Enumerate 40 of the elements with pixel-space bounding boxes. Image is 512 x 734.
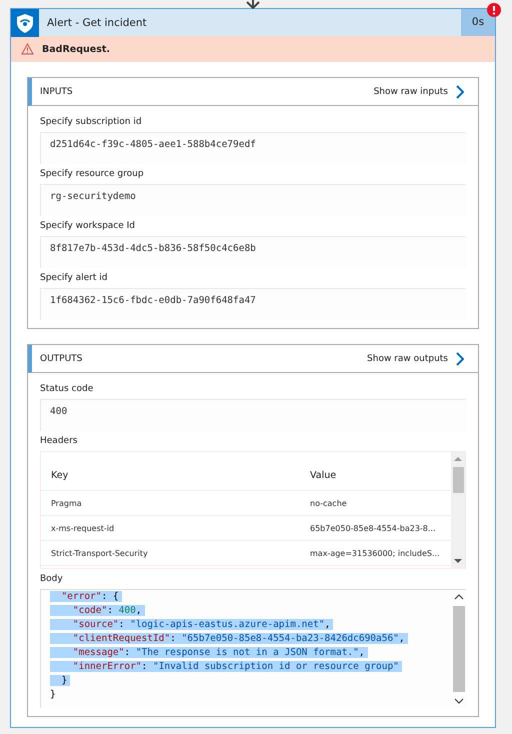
scroll-up-icon[interactable]	[454, 594, 464, 600]
chevron-icon[interactable]	[456, 84, 464, 98]
column-header: Key	[51, 470, 70, 480]
scroll-thumb[interactable]	[452, 467, 464, 493]
field-label: Specify subscription id	[40, 117, 143, 127]
action-title: Alert - Get incident	[46, 16, 148, 28]
action-header[interactable]: Alert - Get incident 0s	[11, 9, 495, 36]
table-cell-text: x-ms-request-id	[51, 524, 116, 532]
field-label: Body	[40, 574, 64, 584]
field-label: Status code	[40, 384, 94, 394]
value-field[interactable]: d251d64c-f39c-4805-aee1-588b4ce79edf	[40, 132, 466, 164]
show-raw-link[interactable]: Show raw outputs	[367, 354, 448, 364]
chevron-icon[interactable]	[456, 352, 464, 366]
duration-label: 0s	[461, 9, 495, 36]
code-editor[interactable]	[40, 589, 466, 708]
section-title: OUTPUTS	[40, 354, 84, 364]
code-line: }	[50, 689, 57, 700]
table-cell: no-cache	[310, 498, 347, 508]
field-label: Specify resource group	[40, 169, 145, 179]
table-cell: 65b7e050-85e8-4554-ba23-8...	[310, 524, 436, 532]
table-cell: max-age=31536000; includeS...	[310, 548, 440, 558]
scroll-down-icon[interactable]	[454, 558, 462, 564]
field-label: Specify alert id	[40, 273, 108, 283]
section-title: INPUTS	[40, 86, 74, 96]
scrollbar[interactable]	[451, 452, 465, 568]
scroll-thumb[interactable]	[453, 606, 465, 692]
value-field[interactable]: 400	[40, 399, 466, 431]
value-field[interactable]: rg-securitydemo	[40, 184, 466, 216]
field-label: Headers	[40, 436, 78, 446]
value-field[interactable]: 1f684362-15c6-fbdc-e0db-7a90f648fa47	[40, 288, 466, 320]
warning-icon	[21, 43, 34, 55]
show-raw-link[interactable]: Show raw inputs	[374, 86, 448, 96]
table-cell-text: Pragma	[51, 498, 83, 508]
error-message: BadRequest.	[42, 44, 110, 54]
arrow-icon	[245, 0, 261, 9]
value-field[interactable]: 8f817e7b-453d-4dc5-b836-58f50c4c6e8b	[40, 236, 466, 268]
field-label: Specify workspace Id	[40, 221, 136, 231]
table-cell-text: Strict-Transport-Security	[51, 548, 149, 558]
column-header: Value	[310, 470, 336, 480]
scroll-down-icon[interactable]	[454, 698, 464, 704]
